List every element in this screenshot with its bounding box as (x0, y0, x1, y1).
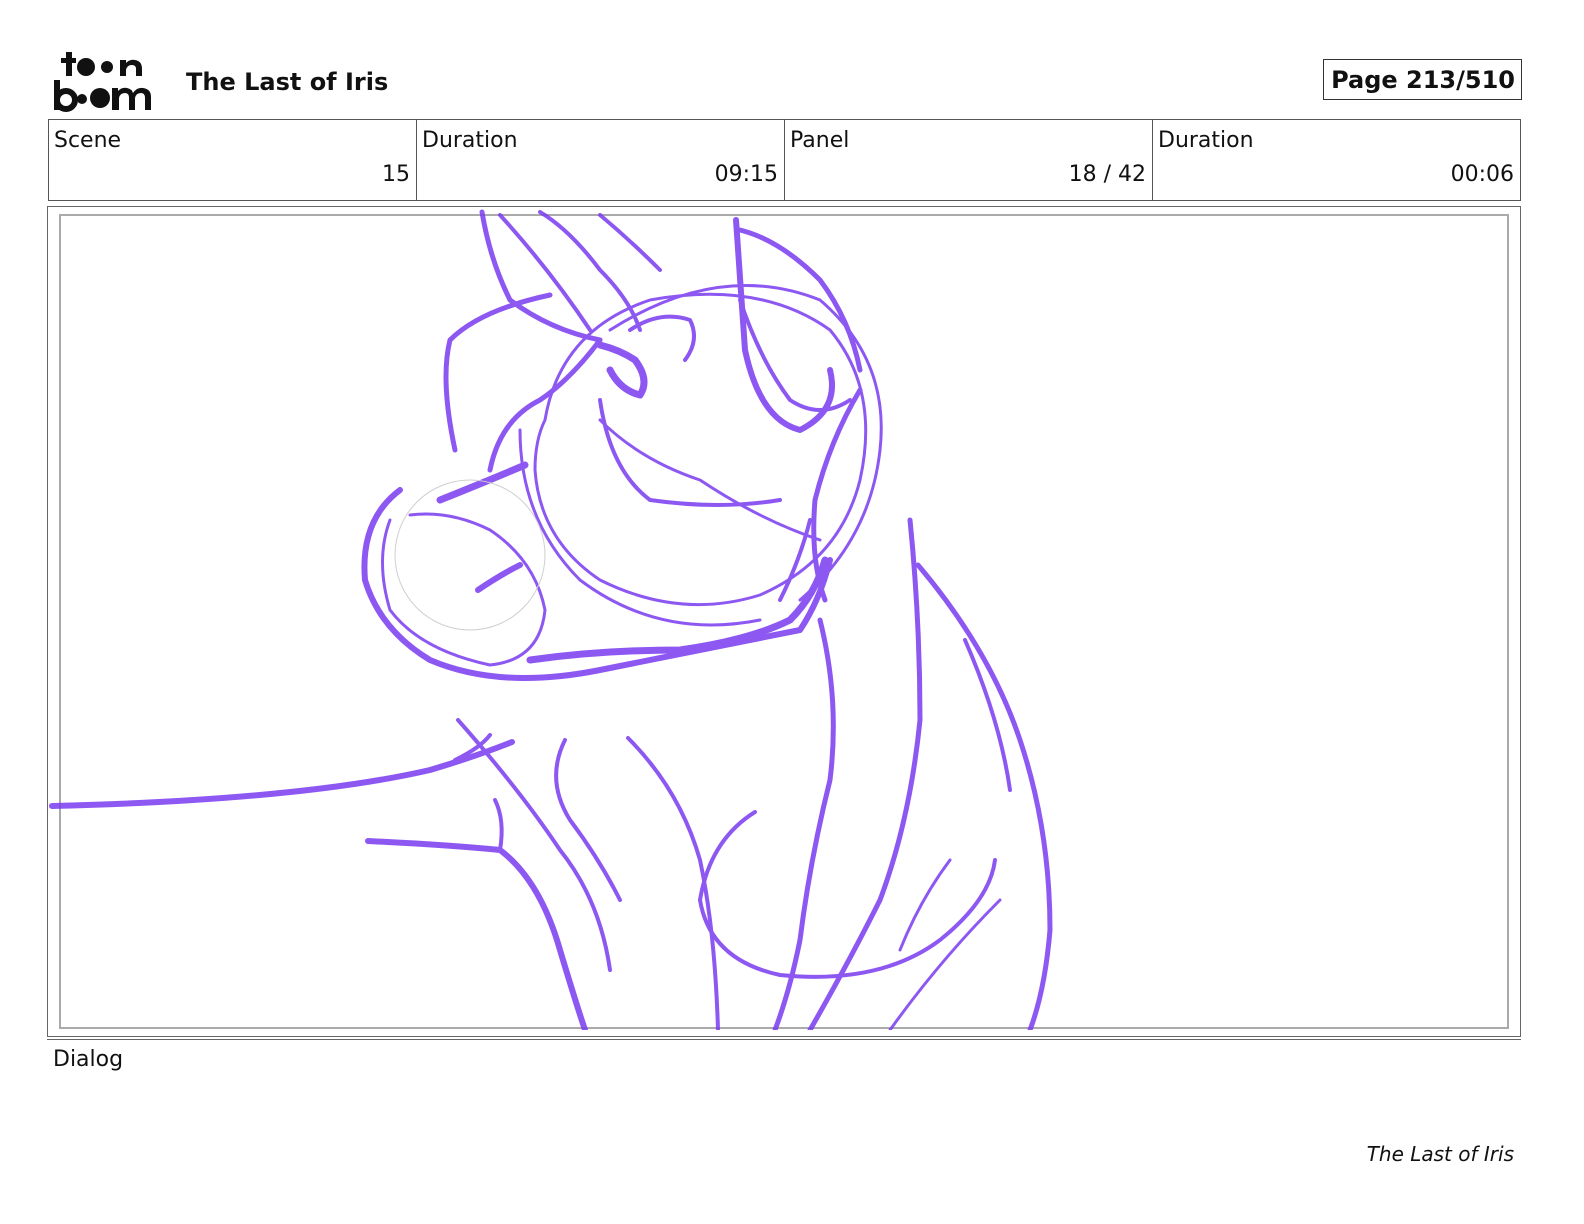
cat-head-sketch (49, 209, 1053, 1030)
panel-bottom-rule (47, 1039, 1521, 1040)
dialog-label: Dialog (53, 1047, 124, 1072)
footer-title: The Last of Iris (1366, 1142, 1514, 1166)
